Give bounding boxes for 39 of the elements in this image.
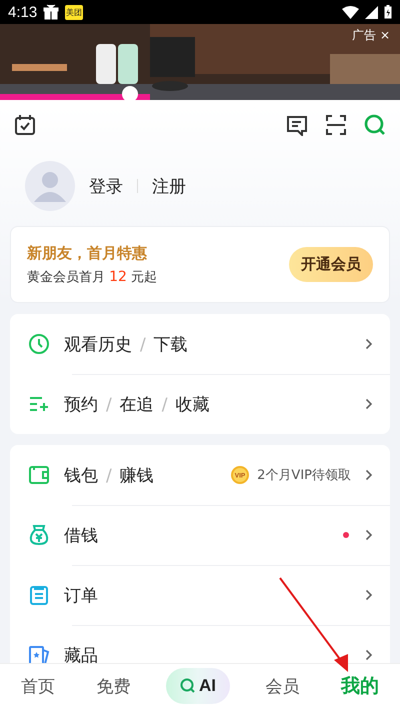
nav-tab[interactable]: 会员 — [260, 670, 306, 702]
ad-close-button[interactable]: 广告 × — [352, 27, 390, 44]
chevron-right-icon — [365, 469, 373, 481]
chevron-right-icon — [365, 529, 373, 541]
promo-subtitle: 黄金会员首月 12 元起 — [27, 268, 158, 286]
search-icon[interactable] — [364, 114, 386, 136]
nav-tab[interactable]: AI — [166, 668, 230, 704]
chevron-right-icon — [365, 589, 373, 601]
status-time: 4:13 — [8, 4, 38, 20]
scan-icon[interactable] — [325, 114, 347, 136]
chevron-right-icon — [365, 398, 373, 410]
money-bag-icon — [28, 524, 50, 546]
star-card-icon — [28, 644, 50, 663]
chevron-right-icon — [365, 338, 373, 350]
chevron-right-icon — [365, 649, 373, 661]
nav-tab[interactable]: 首页 — [14, 670, 61, 702]
menu-item[interactable]: 借钱 — [64, 524, 98, 546]
open-membership-button[interactable]: 开通会员 — [289, 247, 373, 282]
wifi-icon — [342, 6, 359, 18]
clock-icon — [28, 333, 50, 355]
wallet-icon — [28, 464, 50, 486]
promo-title: 新朋友，首月特惠 — [27, 244, 148, 262]
menu-item[interactable]: 预约 / 在追 / 收藏 — [64, 392, 210, 416]
menu-item[interactable]: 藏品 — [64, 644, 98, 663]
gift-icon — [43, 4, 60, 20]
ai-search-icon — [180, 678, 196, 694]
signal-icon — [365, 6, 378, 18]
message-icon[interactable] — [286, 114, 308, 136]
register-link[interactable]: 注册 — [152, 174, 186, 198]
vip-reward-text: 2个月VIP待领取 — [257, 467, 351, 484]
menu-item[interactable]: 钱包 / 赚钱 — [64, 464, 154, 486]
menu-item[interactable]: 订单 — [64, 584, 98, 606]
app-notification-icon: 美团 — [65, 4, 84, 20]
calendar-check-icon[interactable] — [14, 114, 36, 136]
nav-tab[interactable]: 免费 — [90, 670, 136, 702]
menu-item[interactable]: 观看历史 / 下载 — [64, 332, 188, 356]
login-link[interactable]: 登录 — [89, 174, 123, 198]
battery-icon — [384, 5, 392, 19]
clipboard-icon — [28, 584, 50, 606]
